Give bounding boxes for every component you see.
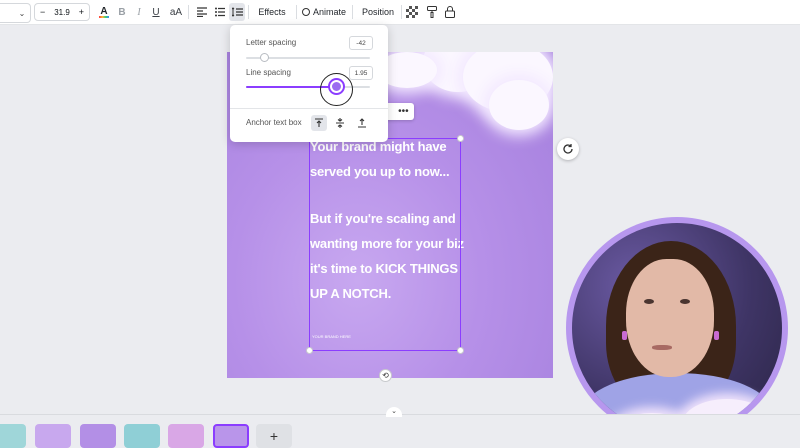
add-page-button[interactable]: + [256, 424, 292, 448]
position-button[interactable]: Position [356, 3, 400, 21]
resize-handle-bottom-right[interactable] [457, 347, 464, 354]
toolbar-divider [248, 5, 249, 19]
webcam-eye [644, 299, 654, 304]
line-spacing-label: Line spacing [246, 68, 291, 77]
letter-spacing-slider[interactable] [246, 53, 370, 62]
line-spacing-input[interactable]: 1.95 [349, 66, 373, 80]
letter-spacing-label: Letter spacing [246, 38, 297, 47]
paint-roller-icon [427, 6, 437, 18]
top-toolbar: ⌄ − 31.9 + A B I U aA Effects Animate Po… [0, 0, 800, 25]
anchor-text-box-label: Anchor text box [246, 118, 302, 127]
bold-button[interactable]: B [114, 3, 130, 21]
font-size-stepper[interactable]: − 31.9 + [34, 3, 90, 21]
page-thumbnail[interactable] [80, 424, 116, 448]
page-thumbnail[interactable] [0, 424, 26, 448]
anchor-bottom-icon [358, 118, 366, 128]
webcam-eye [680, 299, 690, 304]
pages-strip [0, 414, 800, 447]
animate-icon [301, 8, 310, 16]
anchor-top-button[interactable] [311, 115, 327, 131]
list-button[interactable] [212, 3, 228, 21]
page-thumbnail[interactable] [168, 424, 204, 448]
effects-label: Effects [258, 7, 286, 17]
cloud-shape [489, 80, 549, 130]
anchor-middle-icon [336, 118, 344, 128]
spacing-popover: Letter spacing -42 Line spacing 1.95 Anc… [230, 25, 388, 142]
color-bar [99, 16, 109, 18]
webcam-earring [622, 331, 627, 340]
align-button[interactable] [194, 3, 210, 21]
case-button[interactable]: aA [166, 3, 186, 21]
toolbar-divider [188, 5, 189, 19]
refresh-icon-svg [563, 144, 573, 154]
italic-button[interactable]: I [131, 3, 147, 21]
toolbar-divider [401, 5, 402, 19]
plus-icon: + [269, 428, 279, 444]
webcam-earring [714, 331, 719, 340]
paint-roller-button[interactable] [424, 3, 440, 21]
refresh-icon[interactable] [557, 138, 579, 160]
resize-handle-bottom-left[interactable] [306, 347, 313, 354]
spacing-button[interactable] [229, 3, 245, 21]
letter-spacing-thumb[interactable] [260, 53, 270, 62]
animate-button[interactable]: Animate [300, 3, 348, 21]
toolbar-divider [352, 5, 353, 19]
popover-divider [230, 108, 388, 109]
underline-button[interactable]: U [148, 3, 164, 21]
text-color-button[interactable]: A [96, 3, 112, 21]
animate-label: Animate [312, 7, 347, 17]
transparency-icon[interactable] [406, 6, 418, 18]
cursor-highlight [320, 73, 353, 106]
font-size-value[interactable]: 31.9 [54, 8, 70, 17]
toolbar-divider [296, 5, 297, 19]
lock-icon [445, 6, 455, 18]
webcam-person-face [626, 259, 714, 377]
align-left-icon [197, 7, 207, 17]
chevron-down-icon: ⌄ [18, 8, 26, 18]
increase-size-button[interactable]: + [79, 7, 84, 17]
selection-box[interactable] [306, 135, 464, 354]
lock-button[interactable] [442, 3, 458, 21]
page-thumbnail[interactable] [35, 424, 71, 448]
letter-spacing-input[interactable]: -42 [349, 36, 373, 50]
font-select[interactable]: ⌄ [0, 3, 31, 23]
more-icon[interactable]: ••• [398, 106, 409, 117]
anchor-top-icon [315, 118, 323, 127]
spacing-icon [231, 7, 243, 17]
list-icon [215, 7, 225, 17]
rotate-icon[interactable]: ⟲ [379, 369, 392, 382]
decrease-size-button[interactable]: − [40, 7, 45, 17]
chevron-down-icon[interactable]: ⌄ [386, 407, 402, 417]
resize-handle-top-right[interactable] [457, 135, 464, 142]
anchor-bottom-button[interactable] [354, 115, 370, 131]
page-thumbnail-active[interactable] [213, 424, 249, 448]
page-thumbnail[interactable] [124, 424, 160, 448]
webcam-mouth [652, 345, 672, 350]
anchor-middle-button[interactable] [332, 115, 348, 131]
position-label: Position [361, 7, 395, 17]
effects-button[interactable]: Effects [252, 3, 292, 21]
webcam-overlay [566, 217, 788, 439]
